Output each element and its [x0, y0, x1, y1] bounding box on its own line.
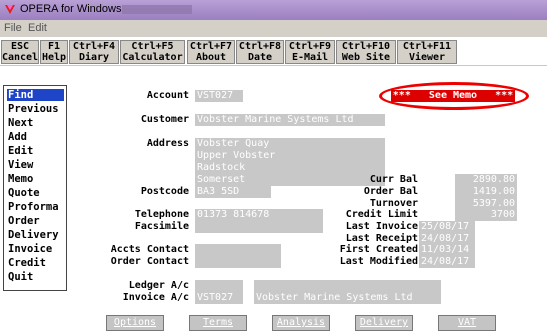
customer-field[interactable]: Vobster Marine Systems Ltd [195, 114, 385, 126]
last-invoice-value: 25/08/17 [419, 221, 475, 233]
nav-next[interactable]: Next [7, 117, 64, 129]
terms-button[interactable]: Terms [189, 315, 247, 331]
website-button[interactable]: Ctrl+F10 Web Site [336, 40, 396, 64]
cancel-button[interactable]: ESC Cancel [1, 40, 39, 64]
nav-order[interactable]: Order [7, 215, 64, 227]
title-redacted [122, 5, 192, 14]
help-button[interactable]: F1 Help [40, 40, 68, 64]
nav-delivery[interactable]: Delivery [7, 229, 64, 241]
ledger-ac-label: Ledger A/c [128, 280, 189, 291]
window-title: OPERA for Windows [20, 3, 122, 15]
nav-quote[interactable]: Quote [7, 187, 64, 199]
facsimile-label: Facsimile [134, 221, 189, 232]
nav-proforma[interactable]: Proforma [7, 201, 64, 213]
credit-limit-value: 3700 [455, 209, 517, 221]
about-button[interactable]: Ctrl+F7 About [187, 40, 235, 64]
address-label: Address [146, 138, 189, 149]
nav-invoice[interactable]: Invoice [7, 243, 64, 255]
last-modified-label: Last Modified [339, 256, 418, 267]
account-label: Account [146, 90, 189, 101]
nav-credit[interactable]: Credit [7, 257, 64, 269]
last-modified-value: 24/08/17 [419, 256, 475, 268]
credit-limit-label: Credit Limit [345, 209, 418, 220]
email-button[interactable]: Ctrl+F9 E-Mail [285, 40, 335, 64]
address-line-3[interactable]: Radstock [195, 162, 385, 174]
menu-bar [0, 20, 547, 37]
ledger-ac-field[interactable] [195, 280, 243, 292]
postcode-label: Postcode [140, 186, 189, 197]
postcode-field[interactable]: BA3 5SD [195, 186, 271, 198]
telephone-field[interactable]: 01373 814678 [195, 209, 323, 233]
nav-view[interactable]: View [7, 159, 64, 171]
order-contact-label: Order Contact [110, 256, 189, 267]
customer-label: Customer [140, 114, 189, 125]
vat-button[interactable]: VAT [438, 315, 496, 331]
contacts-field[interactable] [195, 244, 281, 268]
viewer-button[interactable]: Ctrl+F11 Viewer [397, 40, 457, 64]
calculator-button[interactable]: Ctrl+F5 Calculator [120, 40, 185, 64]
nav-find[interactable]: Find [7, 89, 64, 101]
address-line-1[interactable]: Vobster Quay [195, 138, 385, 150]
telephone-label: Telephone [134, 209, 189, 220]
analysis-button[interactable]: Analysis [272, 315, 330, 331]
order-bal-value: 1419.00 [455, 186, 517, 198]
options-button[interactable]: Options [106, 315, 164, 331]
see-memo-banner[interactable]: *** See Memo *** [391, 90, 515, 102]
nav-add[interactable]: Add [7, 131, 64, 143]
nav-memo[interactable]: Memo [7, 173, 64, 185]
date-button[interactable]: Ctrl+F8 Date [236, 40, 284, 64]
diary-button[interactable]: Ctrl+F4 Diary [69, 40, 119, 64]
invoice-ac-field[interactable]: VST027 [195, 292, 243, 304]
order-bal-label: Order Bal [363, 186, 418, 197]
invoice-ac-label: Invoice A/c [122, 292, 189, 303]
last-invoice-label: Last Invoice [345, 221, 418, 232]
delivery-button[interactable]: Delivery [355, 315, 413, 331]
account-field[interactable]: VST027 [195, 90, 243, 102]
nav-quit[interactable]: Quit [7, 271, 64, 283]
nav-previous[interactable]: Previous [7, 103, 64, 115]
address-line-4[interactable]: Somerset [195, 174, 385, 186]
curr-bal-value: 2890.80 [455, 174, 517, 186]
invoice-ac-name-field[interactable]: Vobster Marine Systems Ltd [254, 280, 441, 304]
accts-contact-label: Accts Contact [110, 244, 189, 255]
opera-app-icon [5, 5, 15, 14]
first-created-value: 11/03/14 [419, 244, 475, 256]
curr-bal-label: Curr Bal [369, 174, 418, 185]
menu-file[interactable]: File [4, 22, 22, 34]
address-line-2[interactable]: Upper Vobster [195, 150, 385, 162]
first-created-label: First Created [339, 244, 418, 255]
nav-edit[interactable]: Edit [7, 145, 64, 157]
menu-edit[interactable]: Edit [28, 22, 47, 34]
